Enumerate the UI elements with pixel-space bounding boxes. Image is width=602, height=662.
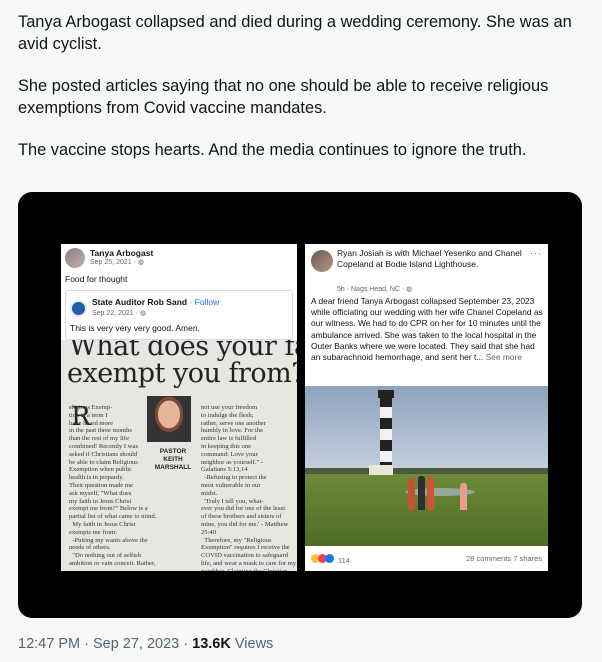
tweet-paragraph: Tanya Arbogast collapsed and died during… (18, 13, 572, 53)
follow-link: · Follow (187, 297, 220, 307)
reaction-count: 114 (338, 556, 350, 565)
globe-icon: ◍ (137, 259, 144, 266)
person (408, 478, 415, 510)
tweet-media[interactable]: Tanya Arbogast Sep 25, 2021 · ◍ Food for… (18, 192, 582, 618)
post-header: Ryan Josiah is with Michael Yesenko and … (337, 248, 522, 269)
tweet-date[interactable]: Sep 27, 2023 (93, 636, 179, 652)
avatar (311, 250, 333, 272)
views-label: Views (234, 636, 274, 652)
post-meta: 5h · Nags Head, NC · (337, 286, 407, 293)
tweet-text: Tanya Arbogast collapsed and died during… (18, 12, 588, 183)
avatar (65, 248, 85, 268)
post-caption: Food for thought (65, 274, 128, 284)
author-photo (147, 396, 191, 442)
post-author: Tanya Arbogast (90, 248, 154, 258)
article-column: not use your freedom to indulge the fles… (201, 404, 297, 571)
lighthouse (380, 396, 392, 474)
more-options-icon: ··· (530, 248, 542, 258)
views-count: 13.6K (192, 636, 231, 652)
tweet-paragraph: She posted articles saying that no one s… (18, 77, 549, 117)
tweet-paragraph: The vaccine stops hearts. And the media … (18, 141, 527, 159)
tweet-time[interactable]: 12:47 PM (18, 636, 80, 652)
post-footer: 114 28 comments 7 shares (305, 548, 548, 571)
article-byline: PASTOR KEITH MARSHALL (154, 448, 192, 471)
person (460, 483, 467, 510)
shared-date: Sep 22, 2021 · (92, 310, 140, 317)
tweet-meta: 12:47 PM · Sep 27, 2023 · 13.6K Views (18, 636, 274, 652)
newspaper-clipping: What does your faith exempt you from? R … (61, 340, 297, 571)
see-more-link: See more (483, 352, 522, 363)
article-column: eligious Exemp- tion is a term I have he… (69, 404, 157, 567)
shared-post: State Auditor Rob Sand · Follow Sep 22, … (65, 290, 293, 340)
article-headline: exempt you from? (67, 358, 297, 389)
shared-author: State Auditor Rob Sand (92, 297, 188, 307)
facebook-post-right: Ryan Josiah is with Michael Yesenko and … (305, 244, 548, 571)
seal-icon (70, 300, 87, 317)
wedding-photo (305, 386, 548, 546)
globe-icon: ◍ (139, 310, 146, 317)
person (427, 477, 434, 510)
globe-icon: ◍ (406, 286, 413, 293)
comments-shares: 28 comments 7 shares (466, 554, 542, 563)
shared-text: This is very very very good. Amen. (70, 323, 200, 333)
person (418, 476, 425, 510)
facebook-post-left: Tanya Arbogast Sep 25, 2021 · ◍ Food for… (61, 244, 297, 571)
like-icon (325, 554, 334, 563)
post-date: Sep 25, 2021 · (90, 259, 138, 266)
